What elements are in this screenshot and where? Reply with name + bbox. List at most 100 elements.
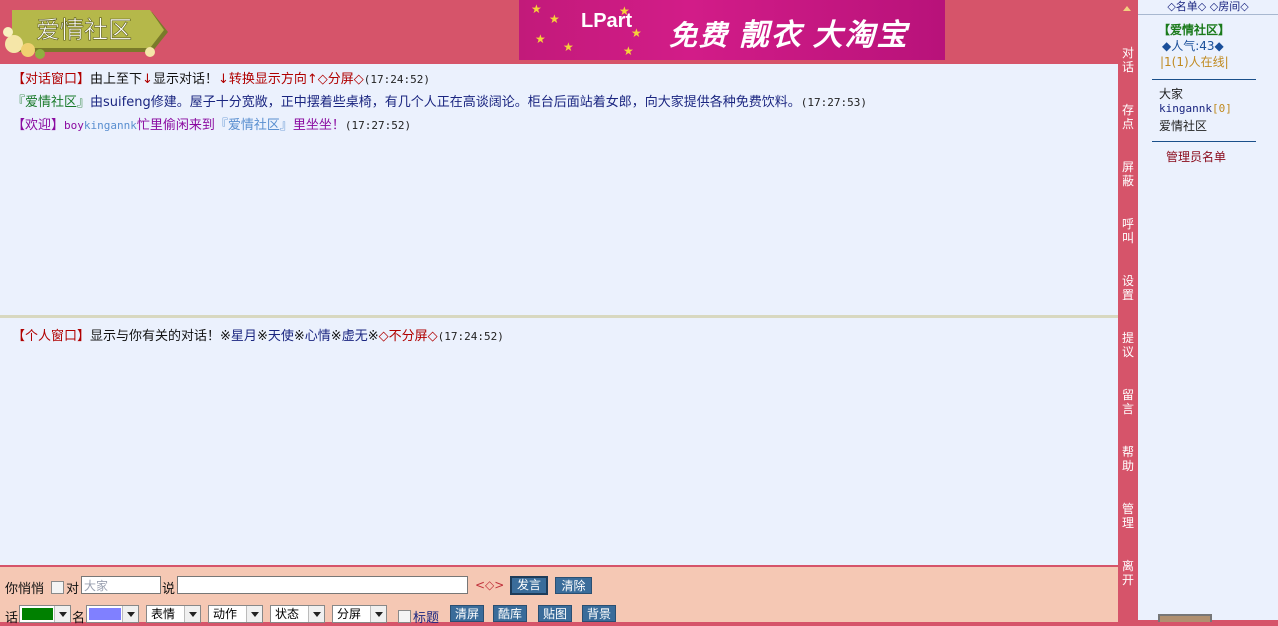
title-checkbox[interactable] bbox=[398, 610, 411, 623]
user-list-item[interactable]: 爱情社区 bbox=[1159, 117, 1207, 134]
personal-line: 【个人窗口】显示与你有关的对话！※星月※天使※心情※虚无※◇不分屏◇(17:24… bbox=[12, 325, 504, 344]
user-list-item[interactable]: kingannk[0] bbox=[1159, 102, 1232, 115]
popularity: ◆人气:43◆ bbox=[1162, 39, 1224, 53]
user-gender: boy bbox=[64, 119, 84, 132]
timestamp: (17:24:52) bbox=[363, 73, 430, 86]
user-name: kingannk bbox=[1159, 102, 1212, 115]
user-list-item[interactable]: 大家 bbox=[1159, 85, 1183, 102]
chat-window: 【对话窗口】由上至下↓显示对话！↓转换显示方向↑◇分屏◇(17:24:52) 『… bbox=[0, 64, 1118, 318]
avatar bbox=[1158, 614, 1212, 622]
banner-slogan-c: 大淘宝 bbox=[812, 19, 909, 52]
clear-screen-button[interactable]: 清屏 bbox=[450, 605, 484, 622]
username-link[interactable]: kingannk bbox=[84, 119, 137, 132]
nav-save-point[interactable]: 存点 bbox=[1118, 103, 1138, 131]
name-color-select[interactable] bbox=[86, 605, 139, 623]
timestamp: (17:27:52) bbox=[344, 119, 412, 132]
split-screen-link[interactable]: ◇分屏◇ bbox=[318, 72, 364, 87]
down-arrow-icon: ↓ bbox=[142, 72, 153, 87]
send-button[interactable]: 发言 bbox=[510, 576, 548, 595]
scroll-up-icon[interactable] bbox=[1123, 6, 1131, 11]
expression-select-value: 表情 bbox=[151, 607, 176, 621]
personal-text: 显示与你有关的对话！※ bbox=[90, 329, 231, 344]
separator: ※ bbox=[256, 329, 268, 344]
star-icon: ★ bbox=[531, 2, 542, 16]
welcome-text-end: 里坐坐！ bbox=[292, 118, 345, 133]
logo-text: 爱情社区 bbox=[36, 16, 132, 44]
room-link[interactable]: 『爱情社区』 bbox=[215, 118, 293, 133]
nav-chat[interactable]: 对话 bbox=[1118, 46, 1138, 74]
nav-help[interactable]: 帮助 bbox=[1118, 445, 1138, 473]
welcome-label: 【欢迎】 bbox=[12, 118, 65, 133]
action-select[interactable]: 动作 bbox=[208, 605, 263, 623]
admin-list-link[interactable]: 管理员名单 bbox=[1166, 148, 1226, 165]
chat-line: 【对话窗口】由上至下↓显示对话！↓转换显示方向↑◇分屏◇(17:24:52) bbox=[12, 68, 430, 87]
nav-block[interactable]: 屏蔽 bbox=[1118, 160, 1138, 188]
star-icon: ★ bbox=[631, 26, 642, 40]
nav-call[interactable]: 呼叫 bbox=[1118, 217, 1138, 245]
text-color-swatch bbox=[22, 608, 53, 620]
text-color-select[interactable] bbox=[19, 605, 71, 623]
clear-button[interactable]: 清除 bbox=[555, 577, 592, 594]
user-level: [0] bbox=[1211, 102, 1232, 115]
paste-image-button[interactable]: 贴图 bbox=[538, 605, 572, 622]
timestamp: (17:24:52) bbox=[437, 330, 504, 343]
action-select-value: 动作 bbox=[213, 607, 238, 621]
nav-suggest[interactable]: 提议 bbox=[1118, 331, 1138, 359]
mood-link-angel[interactable]: 天使 bbox=[268, 329, 294, 344]
background-button[interactable]: 背景 bbox=[582, 605, 616, 622]
no-split-screen-link[interactable]: ◇不分屏◇ bbox=[379, 329, 438, 344]
separator: ※ bbox=[330, 329, 342, 344]
nav-manage[interactable]: 管理 bbox=[1118, 502, 1138, 530]
whisper-checkbox[interactable] bbox=[51, 581, 64, 594]
nav-message[interactable]: 留言 bbox=[1118, 388, 1138, 416]
text-color-label: 话 bbox=[5, 611, 19, 626]
split-select[interactable]: 分屏 bbox=[332, 605, 387, 623]
status-select-value: 状态 bbox=[275, 607, 300, 621]
expression-select[interactable]: 表情 bbox=[146, 605, 201, 623]
chat-line: 『爱情社区』由suifeng修建。屋子十分宽敞，正中摆着些桌椅，有几个人正在高谈… bbox=[12, 91, 867, 110]
input-bar: 你悄悄 对 说 <◇> 发言 清除 话 名 表情 动作 状态 分屏 标题 清屏 … bbox=[0, 565, 1118, 626]
banner-slogan-a: 免费 bbox=[669, 20, 730, 51]
name-color-swatch bbox=[89, 608, 121, 620]
mood-link-heart[interactable]: 心情 bbox=[305, 329, 331, 344]
whisper-label: 你悄悄 bbox=[5, 582, 45, 597]
separator: ※ bbox=[293, 329, 305, 344]
logo[interactable]: 爱情社区 bbox=[0, 2, 170, 60]
direction-text: 由上至下 bbox=[90, 72, 143, 87]
switch-direction-link[interactable]: ↓转换显示方向↑ bbox=[218, 72, 318, 87]
split-select-value: 分屏 bbox=[337, 607, 362, 621]
star-icon: ★ bbox=[535, 32, 546, 46]
mood-link-void[interactable]: 虚无 bbox=[342, 329, 368, 344]
message-input[interactable] bbox=[177, 576, 468, 594]
nav-settings[interactable]: 设置 bbox=[1118, 274, 1138, 302]
mood-link-star-moon[interactable]: 星月 bbox=[231, 329, 257, 344]
window-label: 【个人窗口】 bbox=[12, 329, 91, 344]
status-select[interactable]: 状态 bbox=[270, 605, 325, 623]
room-name[interactable]: 【爱情社区】 bbox=[1158, 21, 1230, 38]
name-color-label: 名 bbox=[72, 611, 86, 626]
banner-slogan-b: 靓衣 bbox=[738, 19, 803, 52]
panel-tabs[interactable]: ◇名单◇ ◇房间◇ bbox=[1138, 0, 1278, 15]
chat-line: 【欢迎】boykingannk忙里偷闲来到『爱情社区』里坐坐！(17:27:52… bbox=[12, 114, 411, 133]
ad-banner[interactable]: ★ ★ ★ ★ ★ ★ ★ LPart 免费 靓衣 大淘宝 bbox=[519, 0, 945, 60]
personal-window: 【个人窗口】显示与你有关的对话！※星月※天使※心情※虚无※◇不分屏◇(17:24… bbox=[0, 318, 1118, 565]
cool-library-button[interactable]: 酷库 bbox=[493, 605, 527, 622]
banner-brand: LPart bbox=[581, 10, 633, 32]
separator: ※ bbox=[367, 329, 379, 344]
display-text: 显示对话！ bbox=[152, 72, 218, 87]
emoticon-picker[interactable]: <◇> bbox=[475, 578, 504, 592]
banner-slogan: 免费 靓衣 大淘宝 bbox=[669, 10, 909, 54]
room-label: 『爱情社区』 bbox=[12, 95, 91, 110]
title-label: 标题 bbox=[413, 611, 440, 626]
logo-graphic: 爱情社区 bbox=[3, 10, 168, 59]
star-icon: ★ bbox=[623, 44, 634, 58]
divider bbox=[1152, 79, 1256, 80]
side-nav: 对话 存点 屏蔽 呼叫 设置 提议 留言 帮助 管理 离开 bbox=[1118, 0, 1138, 620]
timestamp: (17:27:53) bbox=[800, 96, 867, 109]
target-input[interactable] bbox=[81, 576, 161, 594]
nav-leave[interactable]: 离开 bbox=[1118, 559, 1138, 587]
divider bbox=[1152, 141, 1256, 142]
to-label: 对 bbox=[66, 582, 80, 597]
online-count: |1(1)人在线| bbox=[1160, 55, 1229, 69]
star-icon: ★ bbox=[549, 12, 560, 26]
